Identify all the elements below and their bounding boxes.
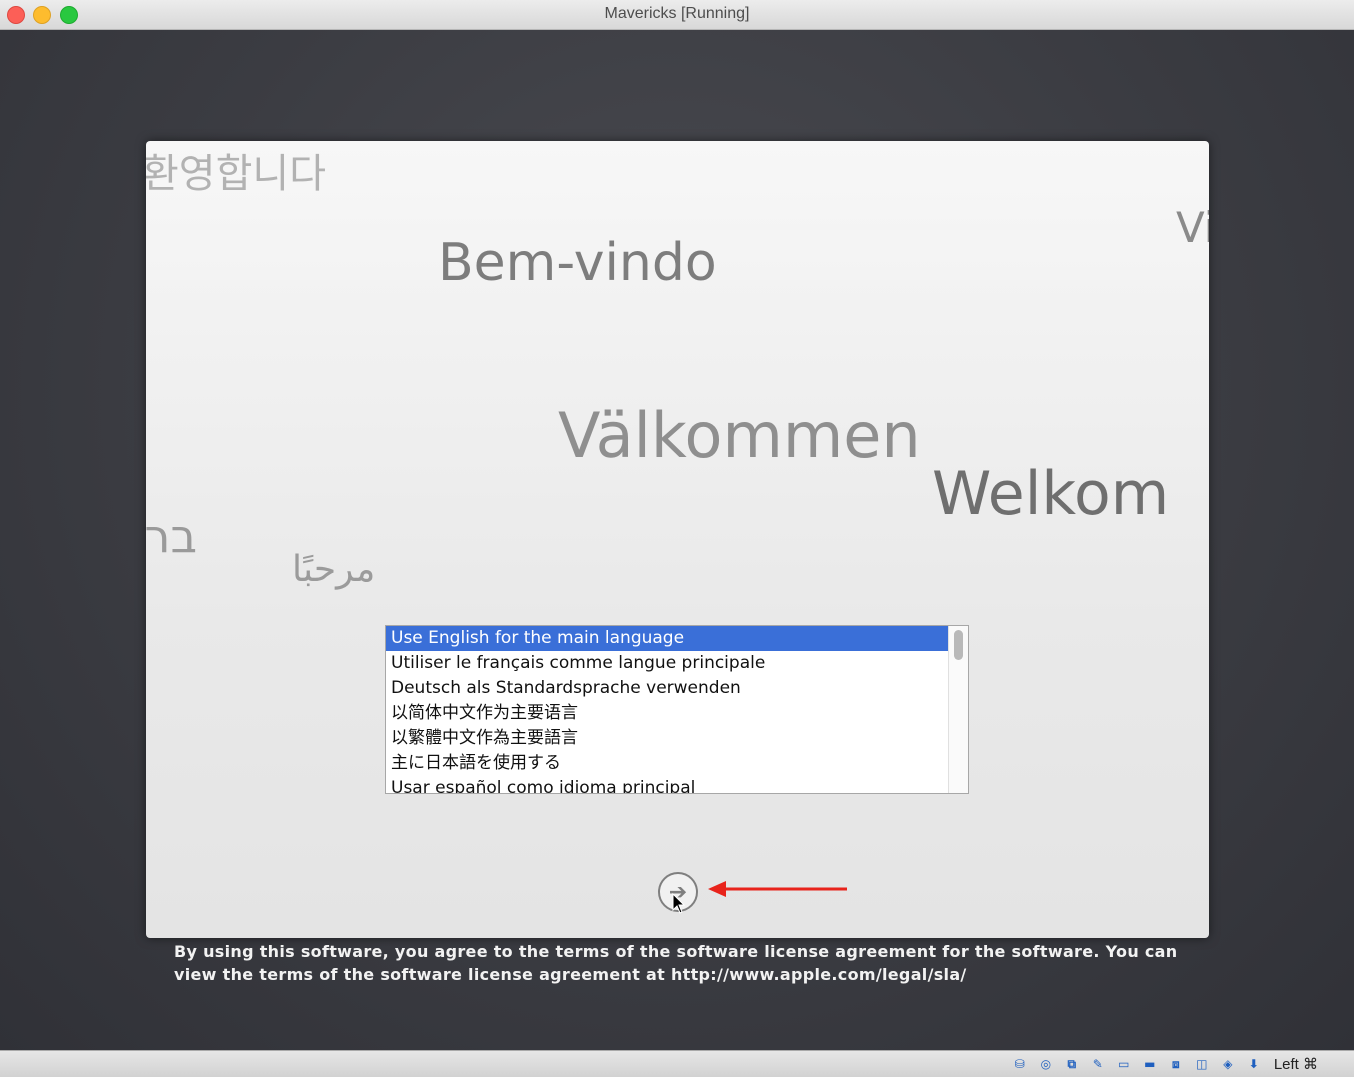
greeting-portuguese: Bem-vindo: [438, 233, 717, 293]
hard-disk-icon[interactable]: ⛁: [1010, 1054, 1030, 1074]
vm-status-bar: ⛁ ◎ ⧉ ✎ ▭ ▬ ⧈ ◫ ◈ ⬇ Left ⌘: [0, 1050, 1354, 1077]
greeting-swedish: Välkommen: [558, 399, 921, 472]
greeting-hebrew: ברו: [146, 509, 198, 563]
welcome-panel: 환영합니다 Bem-vindo Vi Välkommen Welkom ברו …: [146, 141, 1209, 938]
optical-drive-icon[interactable]: ◎: [1036, 1054, 1056, 1074]
pencil-icon[interactable]: ✎: [1088, 1054, 1108, 1074]
greeting-arabic: مرحبًا: [292, 549, 376, 590]
display-icon[interactable]: ▬: [1140, 1054, 1160, 1074]
usb-icon[interactable]: ⧉: [1062, 1054, 1082, 1074]
language-option-japanese[interactable]: 主に日本語を使用する: [386, 751, 948, 776]
greeting-vietnamese: Vi: [1176, 203, 1209, 252]
language-option-spanish[interactable]: Usar español como idioma principal: [386, 776, 948, 793]
scrollbar-thumb[interactable]: [954, 630, 963, 660]
window-titlebar: Mavericks [Running]: [0, 0, 1354, 30]
shared-folder-icon[interactable]: ▭: [1114, 1054, 1134, 1074]
language-list[interactable]: Use English for the main language Utilis…: [385, 625, 969, 794]
language-option-simplified-chinese[interactable]: 以简体中文作为主要语言: [386, 701, 948, 726]
annotation-red-arrow: [708, 881, 847, 897]
video-capture-icon[interactable]: ◫: [1192, 1054, 1212, 1074]
window-title: Mavericks [Running]: [604, 5, 750, 22]
vm-screen: 환영합니다 Bem-vindo Vi Välkommen Welkom ברו …: [0, 30, 1354, 1050]
host-key-indicator: Left ⌘: [1273, 1056, 1318, 1073]
network-icon[interactable]: ⧈: [1166, 1054, 1186, 1074]
license-notice: By using this software, you agree to the…: [174, 942, 1178, 984]
download-icon[interactable]: ⬇: [1244, 1054, 1264, 1074]
language-option-german[interactable]: Deutsch als Standardsprache verwenden: [386, 676, 948, 701]
language-option-english[interactable]: Use English for the main language: [386, 626, 948, 651]
mouse-pointer-icon: [672, 893, 686, 914]
language-list-scrollbar[interactable]: [948, 626, 968, 793]
greeting-korean: 환영합니다: [146, 151, 326, 197]
language-option-traditional-chinese[interactable]: 以繁體中文作為主要語言: [386, 726, 948, 751]
mouse-integration-icon[interactable]: ◈: [1218, 1054, 1238, 1074]
greeting-dutch: Welkom: [932, 459, 1170, 529]
language-option-french[interactable]: Utiliser le français comme langue princi…: [386, 651, 948, 676]
